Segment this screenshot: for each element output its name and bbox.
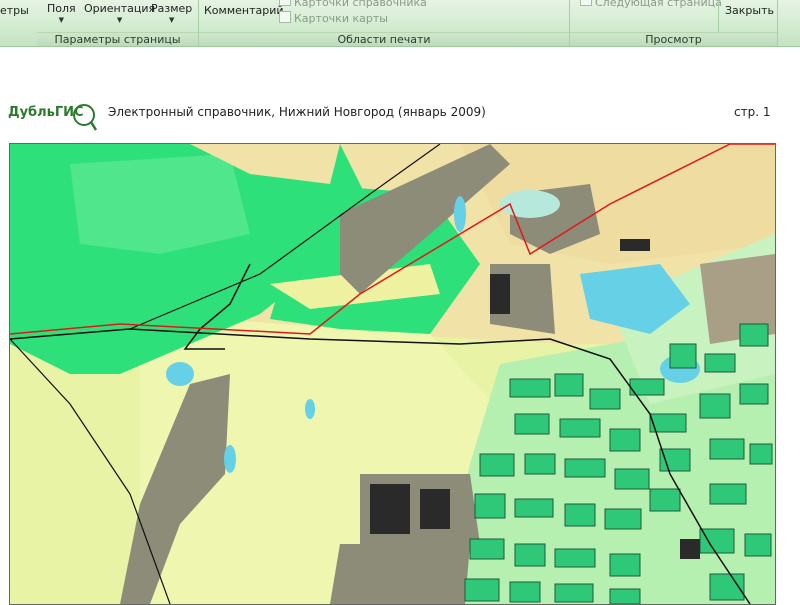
margins-label: Поля [47,2,76,15]
page-setup-caption: Параметры страницы [37,32,198,46]
dropdown-arrow-icon: ▼ [58,16,65,24]
orientation-button[interactable]: Ориентация ▼ [84,2,155,24]
directory-cards-checkbox[interactable]: Карточки справочника [279,0,427,9]
ribbon-toolbar: етры Поля ▼ Ориентация ▼ Размер ▼ Параме… [0,0,800,47]
map-cards-checkbox[interactable]: Карточки карты [279,11,388,26]
print-areas-caption: Области печати [199,32,569,46]
print-areas-group: Комментарий Карточки справочника Карточк… [199,0,570,46]
next-page-icon [580,0,592,6]
next-page-button[interactable]: Следующая страница [580,0,722,9]
ribbon-partial-label[interactable]: етры [0,4,29,18]
logo-magnifier-icon [73,104,98,131]
dropdown-arrow-icon: ▼ [168,16,175,24]
next-page-label: Следующая страница [595,0,722,9]
preview-group: Следующая страница Закрыть Просмотр [570,0,778,46]
map-graphic [10,144,775,604]
map-cards-label: Карточки карты [294,12,388,25]
close-button[interactable]: Закрыть [725,4,774,18]
orientation-label: Ориентация [84,2,156,15]
checkbox-icon [279,11,291,23]
size-button[interactable]: Размер ▼ [151,2,192,24]
map-area[interactable] [9,143,776,605]
page-number: стр. 1 [734,105,771,119]
directory-cards-label: Карточки справочника [294,0,427,9]
preview-caption: Просмотр [570,32,777,46]
comment-button[interactable]: Комментарий [204,4,284,18]
margins-button[interactable]: Поля ▼ [47,2,76,24]
doublegis-logo: ДубльГИС [8,101,98,135]
page-setup-group: Поля ▼ Ориентация ▼ Размер ▼ Параметры с… [37,0,199,46]
checkbox-icon [279,0,291,6]
page-header-title: Электронный справочник, Нижний Новгород … [108,105,486,119]
divider [718,0,719,32]
size-label: Размер [151,2,193,15]
dropdown-arrow-icon: ▼ [116,16,123,24]
